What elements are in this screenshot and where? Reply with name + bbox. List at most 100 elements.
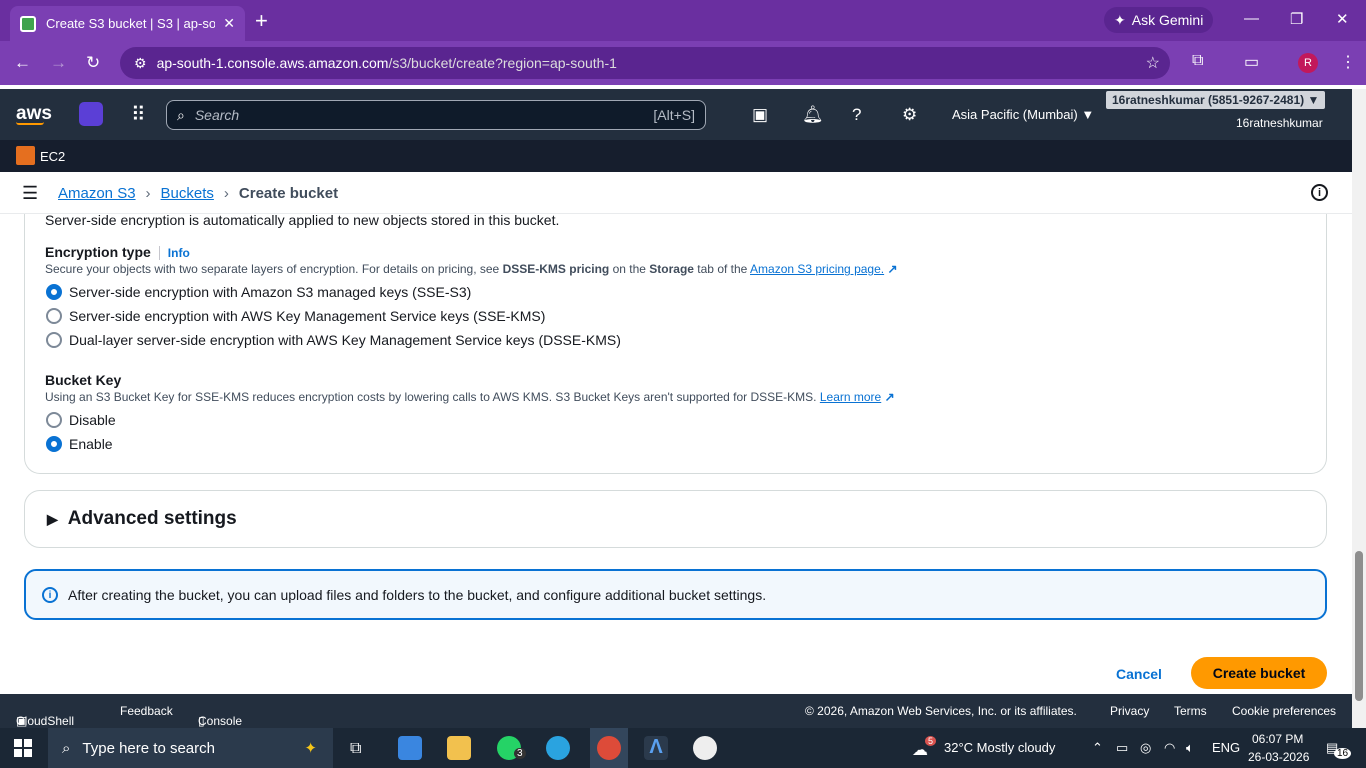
meet-icon[interactable]: ◎ bbox=[1140, 740, 1151, 756]
radio-sse-s3[interactable] bbox=[46, 284, 62, 300]
chevron-right-icon: › bbox=[223, 185, 229, 202]
help-icon[interactable]: ? bbox=[852, 105, 861, 125]
copilot-sparkle-icon: ✦ bbox=[304, 740, 317, 757]
language-indicator[interactable]: ENG bbox=[1212, 740, 1240, 755]
region-selector[interactable]: Asia Pacific (Mumbai) ▼ bbox=[952, 107, 1094, 122]
profile-avatar[interactable]: R bbox=[1298, 53, 1318, 73]
encryption-info-link[interactable]: Info bbox=[158, 246, 190, 260]
url-host: ap-south-1.console.aws.amazon.com bbox=[156, 55, 389, 71]
search-icon: ⌕ bbox=[177, 106, 185, 123]
advanced-settings-header[interactable]: ▶ Advanced settings bbox=[47, 508, 237, 530]
info-panel-icon[interactable]: i bbox=[1311, 184, 1328, 201]
minimize-icon[interactable]: — bbox=[1244, 10, 1259, 27]
browser-tab[interactable]: Create S3 bucket | S3 | ap-south-1 ✕ bbox=[10, 6, 245, 41]
account-badge[interactable]: 16ratneshkumar (5851-9267-2481) ▼ bbox=[1106, 91, 1326, 109]
console-footer: ▣ CloudShell Feedback ▯ Console Mobile A… bbox=[0, 694, 1352, 756]
create-bucket-button[interactable]: Create bucket bbox=[1191, 657, 1327, 689]
scrollbar-thumb[interactable] bbox=[1355, 551, 1363, 701]
footer-cookie-preferences[interactable]: Cookie preferences bbox=[1232, 704, 1336, 718]
battery-icon[interactable]: ▭ bbox=[1116, 740, 1128, 756]
breadcrumb-buckets[interactable]: Buckets bbox=[161, 185, 214, 202]
radio-sse-kms[interactable] bbox=[46, 308, 62, 324]
tray-chevron-up-icon[interactable]: ⌃ bbox=[1092, 740, 1103, 756]
notification-count: 16 bbox=[1334, 748, 1352, 759]
ec2-shortcut[interactable]: EC2 bbox=[40, 149, 65, 164]
favorites-bar: EC2 bbox=[0, 140, 1352, 172]
aws-search-input[interactable]: ⌕ Search [Alt+S] bbox=[166, 100, 706, 130]
azure-icon[interactable]: Λ bbox=[644, 736, 668, 760]
encryption-type-heading: Encryption type Info bbox=[45, 244, 190, 260]
restore-icon[interactable]: ❐ bbox=[1290, 10, 1303, 28]
url-path: /s3/bucket/create?region=ap-south-1 bbox=[388, 55, 617, 71]
caret-right-icon: ▶ bbox=[47, 511, 58, 527]
new-tab-icon[interactable]: + bbox=[255, 8, 268, 34]
hamburger-menu-icon[interactable]: ☰ bbox=[22, 183, 38, 204]
extensions-icon[interactable]: ⧉ bbox=[1192, 52, 1203, 70]
bucket-key-enable-label[interactable]: Enable bbox=[69, 436, 113, 452]
settings-gear-icon[interactable]: ⚙ bbox=[902, 105, 917, 125]
cloudshell-icon[interactable]: ▣ bbox=[752, 105, 768, 125]
footer-terms[interactable]: Terms bbox=[1174, 704, 1207, 718]
chevron-right-icon: › bbox=[145, 185, 151, 202]
advanced-settings-expander[interactable]: ▶ Advanced settings bbox=[24, 490, 1327, 548]
external-link-icon: ↗ bbox=[884, 390, 895, 404]
bookmark-star-icon[interactable]: ☆ bbox=[1146, 53, 1160, 73]
window-close-icon[interactable]: ✕ bbox=[1336, 10, 1349, 28]
radio-dsse-kms[interactable] bbox=[46, 332, 62, 348]
taskbar-search-input[interactable]: ⌕ Type here to search ✦ bbox=[48, 728, 333, 768]
aws-logo[interactable]: aws bbox=[16, 103, 52, 125]
ec2-icon bbox=[16, 146, 35, 165]
search-shortcut: [Alt+S] bbox=[653, 107, 695, 123]
browser-tabstrip: Create S3 bucket | S3 | ap-south-1 ✕ + ✦… bbox=[0, 0, 1366, 41]
bucket-key-disable-label[interactable]: Disable bbox=[69, 412, 116, 428]
option-sse-s3-label[interactable]: Server-side encryption with Amazon S3 ma… bbox=[69, 284, 471, 300]
footer-feedback[interactable]: Feedback bbox=[120, 704, 173, 718]
site-info-icon[interactable]: ⚙ bbox=[134, 55, 147, 72]
breadcrumb-bar: ☰ Amazon S3 › Buckets › Create bucket i bbox=[0, 172, 1352, 214]
chrome-menu-icon[interactable]: ⋮ bbox=[1340, 52, 1356, 72]
file-explorer-icon[interactable] bbox=[447, 736, 471, 760]
bucket-key-description: Using an S3 Bucket Key for SSE-KMS reduc… bbox=[45, 390, 895, 404]
search-icon: ⌕ bbox=[62, 739, 71, 757]
services-grid-icon[interactable]: ⠿ bbox=[131, 102, 146, 127]
alert-text: After creating the bucket, you can uploa… bbox=[68, 587, 767, 603]
address-bar[interactable]: ⚙ ap-south-1.console.aws.amazon.com /s3/… bbox=[120, 47, 1170, 79]
task-view-icon[interactable]: ⧉ bbox=[350, 740, 361, 758]
tab-search-icon[interactable]: ▭ bbox=[1244, 52, 1259, 72]
chrome-icon[interactable] bbox=[597, 736, 621, 760]
gemini-icon: ✦ bbox=[1114, 11, 1126, 28]
cancel-button[interactable]: Cancel bbox=[1105, 660, 1173, 688]
reload-icon[interactable]: ↻ bbox=[86, 53, 100, 73]
back-icon[interactable]: ← bbox=[14, 53, 31, 73]
windows-start-icon[interactable] bbox=[14, 739, 32, 757]
breadcrumb-amazon-s3[interactable]: Amazon S3 bbox=[58, 185, 136, 202]
wifi-icon[interactable]: ◠ bbox=[1164, 740, 1175, 756]
ask-gemini-button[interactable]: ✦ Ask Gemini bbox=[1104, 7, 1214, 33]
forward-icon[interactable]: → bbox=[50, 53, 67, 73]
encryption-description: Secure your objects with two separate la… bbox=[45, 262, 898, 276]
option-dsse-kms-label[interactable]: Dual-layer server-side encryption with A… bbox=[69, 332, 621, 348]
account-user[interactable]: 16ratneshkumar bbox=[1236, 116, 1323, 130]
notifications-bell-icon[interactable]: 🔔︎ bbox=[802, 105, 824, 125]
ollama-icon[interactable] bbox=[693, 736, 717, 760]
s3-pricing-link[interactable]: Amazon S3 pricing page. bbox=[750, 262, 884, 276]
radio-bucket-key-disable[interactable] bbox=[46, 412, 62, 428]
radio-bucket-key-enable[interactable] bbox=[46, 436, 62, 452]
encryption-card: Server-side encryption is automatically … bbox=[24, 214, 1327, 474]
amazon-q-icon[interactable] bbox=[79, 102, 103, 126]
encryption-intro: Server-side encryption is automatically … bbox=[45, 214, 560, 228]
telegram-icon[interactable] bbox=[546, 736, 570, 760]
tab-close-icon[interactable]: ✕ bbox=[223, 15, 235, 32]
main-content: Server-side encryption is automatically … bbox=[0, 214, 1352, 694]
learn-more-link[interactable]: Learn more bbox=[820, 390, 881, 404]
page-scrollbar[interactable] bbox=[1352, 89, 1366, 728]
weather-text[interactable]: 32°C Mostly cloudy bbox=[944, 740, 1055, 755]
s3-favicon-icon bbox=[20, 15, 36, 32]
store-icon[interactable] bbox=[398, 736, 422, 760]
option-sse-kms-label[interactable]: Server-side encryption with AWS Key Mana… bbox=[69, 308, 545, 324]
footer-privacy[interactable]: Privacy bbox=[1110, 704, 1149, 718]
clock-date[interactable]: 26-03-2026 bbox=[1248, 750, 1309, 764]
whatsapp-badge: 3 bbox=[514, 748, 526, 759]
volume-icon[interactable]: 🔈︎ bbox=[1186, 740, 1194, 756]
clock-time[interactable]: 06:07 PM bbox=[1252, 732, 1303, 746]
